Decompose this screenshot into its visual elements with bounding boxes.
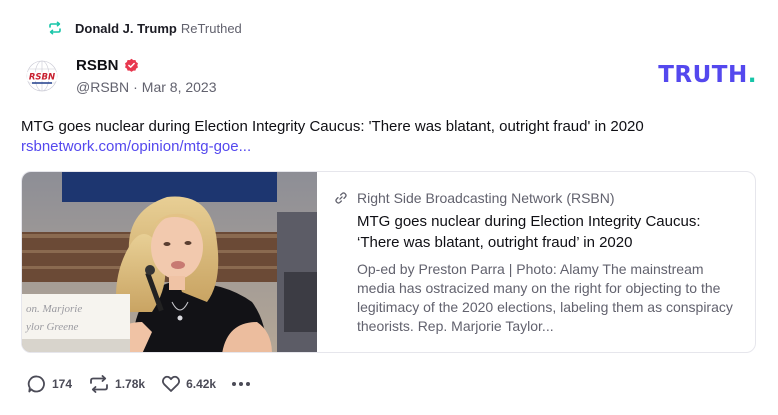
- post-link[interactable]: rsbnetwork.com/opinion/mtg-goe...: [21, 137, 251, 157]
- more-dots-icon[interactable]: [232, 382, 251, 386]
- post-text: MTG goes nuclear during Election Integri…: [21, 118, 644, 135]
- truth-logo-word: TRUTH: [658, 62, 748, 88]
- heart-icon: [162, 375, 181, 392]
- card-description: Op-ed by Preston Parra | Photo: Alamy Th…: [357, 261, 733, 334]
- retruth-count: 1.78k: [115, 377, 146, 391]
- reply-bubble-icon: [27, 375, 45, 393]
- author-block: RSBN @RSBN · Mar 8, 2023: [76, 55, 217, 96]
- retruth-label: ReTruthed: [180, 20, 242, 36]
- svg-text:ylor Greene: ylor Greene: [25, 321, 79, 333]
- link-preview-card[interactable]: on. Marjorie ylor Greene Right Side Broa…: [21, 171, 756, 353]
- retruth-user-link[interactable]: Donald J. Trump: [75, 21, 177, 36]
- card-photo: on. Marjorie ylor Greene: [22, 172, 317, 352]
- svg-text:on. Marjorie: on. Marjorie: [26, 303, 82, 315]
- svg-text:RSBN: RSBN: [29, 73, 55, 83]
- retruth-button[interactable]: 1.78k: [88, 374, 145, 394]
- like-button[interactable]: 6.42k: [161, 374, 216, 394]
- rsbn-logo-icon: RSBN: [26, 60, 58, 92]
- author-name[interactable]: RSBN: [76, 57, 119, 74]
- card-body: Right Side Broadcasting Network (RSBN) M…: [317, 172, 755, 352]
- verified-badge-icon: [124, 58, 138, 72]
- truth-logo[interactable]: TRUTH.: [658, 62, 757, 88]
- retruth-arrows-icon: [48, 21, 62, 35]
- reply-count: 174: [52, 377, 73, 391]
- link-chain-icon: [335, 192, 347, 204]
- truth-logo-dot: .: [747, 62, 757, 88]
- post-date[interactable]: Mar 8, 2023: [142, 79, 217, 95]
- retruth-icon: [90, 375, 108, 393]
- card-image: on. Marjorie ylor Greene: [22, 172, 317, 352]
- card-title: MTG goes nuclear during Election Integri…: [357, 213, 701, 251]
- card-source: Right Side Broadcasting Network (RSBN): [357, 190, 615, 206]
- author-handle[interactable]: @RSBN: [76, 79, 129, 95]
- like-count: 6.42k: [186, 377, 217, 391]
- meta-separator: ·: [133, 79, 138, 95]
- avatar[interactable]: RSBN: [23, 57, 61, 95]
- retruth-banner: Donald J. Trump ReTruthed: [48, 20, 242, 36]
- reply-button[interactable]: 174: [27, 374, 72, 394]
- action-bar: 174 1.78k 6.42k: [27, 374, 251, 394]
